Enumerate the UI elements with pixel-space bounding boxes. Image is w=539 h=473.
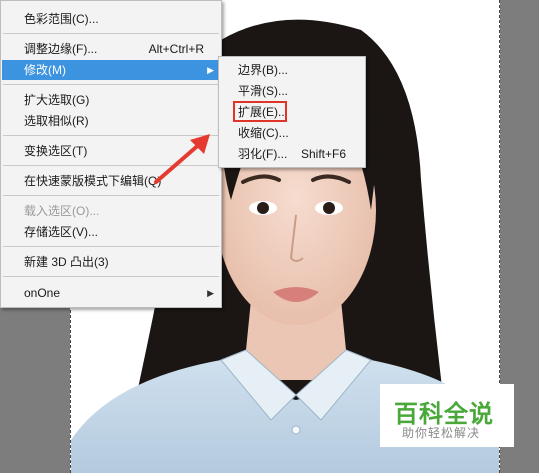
menu-item-onone[interactable]: onOne ▶ (2, 283, 220, 303)
red-arrow-icon (154, 134, 210, 184)
menu-item-label: 变换选区(T) (24, 144, 88, 158)
menu-item-load-selection[interactable]: 载入选区(O)... (2, 201, 220, 221)
watermark-subtitle: 助你轻松解决 (402, 426, 481, 440)
menu-item-new-3d-extrusion[interactable]: 新建 3D 凸出(3) (2, 252, 220, 272)
menu-item-label: 在快速蒙版模式下编辑(Q) (24, 174, 162, 188)
menu-item-grow[interactable]: 扩大选取(G) (2, 90, 220, 110)
menu-item-label: 载入选区(O)... (24, 204, 100, 218)
menu-item-label: 调整边缘(F)... (24, 42, 98, 56)
menu-item-label: 收缩(C)... (238, 126, 289, 140)
menu-item-label: 存储选区(V)... (24, 225, 98, 239)
menu-item-label: 平滑(S)... (238, 84, 288, 98)
submenu-item-smooth[interactable]: 平滑(S)... (220, 81, 364, 102)
submenu-arrow-icon: ▶ (207, 65, 214, 75)
submenu-arrow-icon: ▶ (207, 288, 214, 298)
menu-item-label: 扩大选取(G) (24, 93, 90, 107)
menu-separator (3, 276, 219, 277)
menu-separator (3, 84, 219, 85)
watermark-logo: 百科全说 助你轻松解决 (380, 384, 514, 447)
submenu-item-border[interactable]: 边界(B)... (220, 60, 364, 81)
expand-highlight-box (233, 101, 287, 122)
menu-item-label: 修改(M) (24, 63, 66, 77)
menu-separator (3, 195, 219, 196)
menu-item-shortcut: Alt+Ctrl+R (148, 42, 204, 56)
menu-item-color-range[interactable]: 色彩范围(C)... (2, 9, 220, 29)
menu-item-modify[interactable]: 修改(M) ▶ (2, 60, 220, 80)
modify-submenu: 边界(B)... 平滑(S)... 扩展(E)... 收缩(C)... 羽化(F… (218, 56, 366, 168)
menu-item-label: 新建 3D 凸出(3) (24, 255, 109, 269)
menu-item-label: onOne (24, 286, 61, 300)
menu-item-label: 选取相似(R) (24, 114, 89, 128)
submenu-item-contract[interactable]: 收缩(C)... (220, 123, 364, 144)
submenu-item-feather[interactable]: 羽化(F)... Shift+F6 (220, 144, 364, 165)
menu-item-label: 边界(B)... (238, 63, 288, 77)
menu-item-refine-edge[interactable]: 调整边缘(F)... Alt+Ctrl+R (2, 39, 220, 59)
menu-separator (3, 33, 219, 34)
menu-separator (3, 246, 219, 247)
menu-item-shortcut: Shift+F6 (300, 147, 346, 161)
menu-item-save-selection[interactable]: 存储选区(V)... (2, 222, 220, 242)
menu-item-label: 羽化(F)... (238, 147, 288, 161)
menu-item-label: 色彩范围(C)... (24, 12, 99, 26)
